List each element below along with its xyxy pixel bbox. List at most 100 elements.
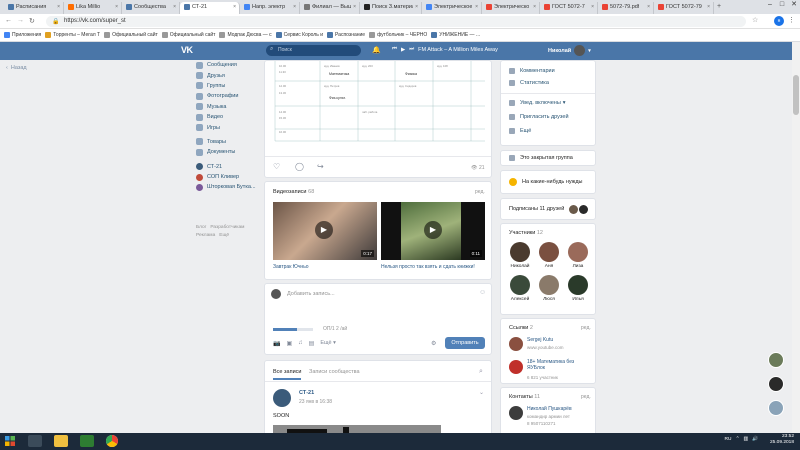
play-icon[interactable]: ▶ [401, 47, 405, 53]
tab-9[interactable]: Электрическо × [482, 2, 540, 14]
friends-subscribed-block[interactable]: Подписаны 11 друзей [500, 198, 596, 220]
sidebar-item[interactable]: Товары [196, 137, 266, 147]
tab-2[interactable]: Lika Millio × [64, 2, 122, 14]
next-track-icon[interactable]: ⏭ [409, 46, 414, 53]
post-date[interactable]: 23 янв в 16:38 [299, 399, 332, 405]
bookmark-item[interactable]: Сервис Король и [275, 32, 323, 38]
video-caption[interactable]: Завтрак Ючньо [273, 264, 309, 270]
sidebar-item[interactable]: Фотографии [196, 91, 266, 101]
close-tab-icon[interactable]: × [115, 4, 118, 10]
close-tab-icon[interactable]: × [173, 4, 176, 10]
taskbar-folder-icon[interactable] [54, 435, 68, 447]
close-tab-icon[interactable]: × [415, 4, 418, 10]
smile-icon[interactable]: ☺ [479, 289, 486, 296]
tab-1[interactable]: Расписания × [4, 2, 64, 14]
contacts-title[interactable]: Контакты [509, 394, 533, 400]
tab-6[interactable]: Филиал — Выше× [300, 2, 360, 14]
action-item[interactable]: Статистика [501, 77, 549, 89]
tab-3[interactable]: Сообщества × [122, 2, 180, 14]
avatar[interactable] [509, 406, 523, 420]
footer-link[interactable]: Ещё [219, 233, 229, 238]
taskbar-explorer-icon[interactable] [28, 435, 42, 447]
url-input[interactable]: 🔒 https://vk.com/super_st [46, 16, 746, 27]
language-indicator[interactable]: RU [725, 437, 732, 442]
bookmark-item[interactable]: Распознание [327, 32, 365, 38]
camera-icon[interactable]: 📷 [273, 340, 280, 347]
action-item[interactable]: Комментарии [501, 65, 555, 77]
links-edit[interactable]: ред. [581, 325, 591, 331]
vk-logo[interactable]: VK [181, 45, 193, 55]
close-tab-icon[interactable]: × [353, 4, 356, 10]
tab-11[interactable]: 5072-79.pdf × [598, 2, 654, 14]
minimize-icon[interactable]: – [764, 0, 776, 10]
action-item[interactable]: Увед. включены ▾ [501, 97, 566, 109]
star-icon[interactable]: ☆ [752, 16, 758, 24]
more-attach[interactable]: Ещё ▾ [320, 340, 336, 347]
close-tab-icon[interactable]: × [707, 4, 710, 10]
contacts-edit[interactable]: ред. [581, 394, 591, 400]
member-item[interactable]: Николай [509, 242, 531, 269]
sidebar-item[interactable]: Сообщения [196, 60, 266, 70]
sidebar-item[interactable]: Документы [196, 147, 266, 157]
member-item[interactable]: Алексей [509, 275, 531, 302]
track-title[interactable]: FM Attack – A Million Miles Away [418, 47, 498, 53]
close-tab-icon[interactable]: × [57, 4, 60, 10]
reload-icon[interactable]: ↻ [29, 17, 35, 25]
tab-5[interactable]: Напр. электр × [240, 2, 300, 14]
gear-icon[interactable]: ⚙ [431, 340, 436, 347]
sidebar-item[interactable]: Видео [196, 112, 266, 122]
scrollbar-thumb[interactable] [793, 75, 799, 115]
avatar[interactable] [509, 360, 523, 374]
bell-icon[interactable]: 🔔 [372, 46, 381, 54]
avatar[interactable] [768, 400, 784, 416]
tab-all-posts[interactable]: Все записи [273, 369, 302, 380]
videos-title[interactable]: Видеозаписи [273, 189, 306, 195]
sidebar-item[interactable]: СТ-21 [196, 162, 266, 172]
chevron-down-icon[interactable]: ⌄ [479, 389, 484, 396]
bookmark-item[interactable]: Приложения [4, 32, 41, 38]
volume-icon[interactable]: 🔊 [752, 437, 758, 442]
tab-4[interactable]: СТ-21 × [180, 2, 240, 14]
videos-edit-link[interactable]: ред. [475, 189, 485, 195]
close-tab-icon[interactable]: × [293, 4, 296, 10]
footer-link[interactable]: Разработчикам [210, 225, 244, 230]
back-link[interactable]: ‹ Назад [6, 65, 27, 71]
action-item[interactable]: Пригласить друзей [501, 111, 569, 123]
comment-icon[interactable]: ◯ [295, 162, 304, 171]
close-tab-icon[interactable]: × [591, 4, 594, 10]
footer-link[interactable]: Реклама [196, 233, 215, 238]
link-title[interactable]: Sergej Kutu [527, 337, 553, 343]
clock[interactable]: 23:52 25.09.2018 [770, 434, 794, 446]
share-icon[interactable]: ↪ [317, 162, 324, 171]
windows-start-icon[interactable] [4, 435, 16, 447]
chevron-up-icon[interactable]: ⌃ [735, 437, 739, 442]
sidebar-item[interactable]: Музыка [196, 102, 266, 112]
bookmark-item[interactable]: Модпак Дюсва — с [219, 32, 272, 38]
video-caption[interactable]: Нельзя просто так взять и сдать книжки! [381, 264, 491, 270]
bookmark-item[interactable]: Официальный сайт [104, 32, 158, 38]
video-thumbnail[interactable]: ▶ 0:17 [273, 202, 377, 260]
post-author[interactable]: СТ-21 [299, 390, 314, 396]
close-tab-icon[interactable]: × [533, 4, 536, 10]
action-item[interactable]: Ещё [501, 125, 531, 137]
sidebar-item[interactable]: Шторковая Бутка... [196, 182, 266, 192]
close-tab-icon[interactable]: × [233, 4, 236, 10]
menu-dots-icon[interactable]: ⋮ [788, 16, 795, 24]
member-item[interactable]: Лиза [567, 242, 589, 269]
members-title[interactable]: Участники [509, 230, 535, 236]
bookmark-item[interactable]: УНИЖЕНИЕ — ... [431, 32, 480, 38]
sidebar-item[interactable]: Друзья [196, 70, 266, 80]
close-tab-icon[interactable]: × [647, 4, 650, 10]
video-icon[interactable]: ▣ [286, 340, 292, 347]
bookmark-item[interactable]: Официальный сайт [161, 32, 215, 38]
post-input[interactable]: Добавить запись... [287, 291, 335, 297]
play-icon[interactable]: ▶ [315, 221, 333, 239]
avatar[interactable] [509, 337, 523, 351]
back-icon[interactable]: ← [5, 17, 12, 24]
music-icon[interactable]: ♫ [298, 340, 303, 347]
forward-icon[interactable]: → [17, 17, 24, 24]
sidebar-item[interactable]: Группы [196, 81, 266, 91]
avatar[interactable] [768, 376, 784, 392]
network-icon[interactable]: ▥ [743, 437, 748, 442]
like-icon[interactable]: ♡ [273, 162, 280, 171]
